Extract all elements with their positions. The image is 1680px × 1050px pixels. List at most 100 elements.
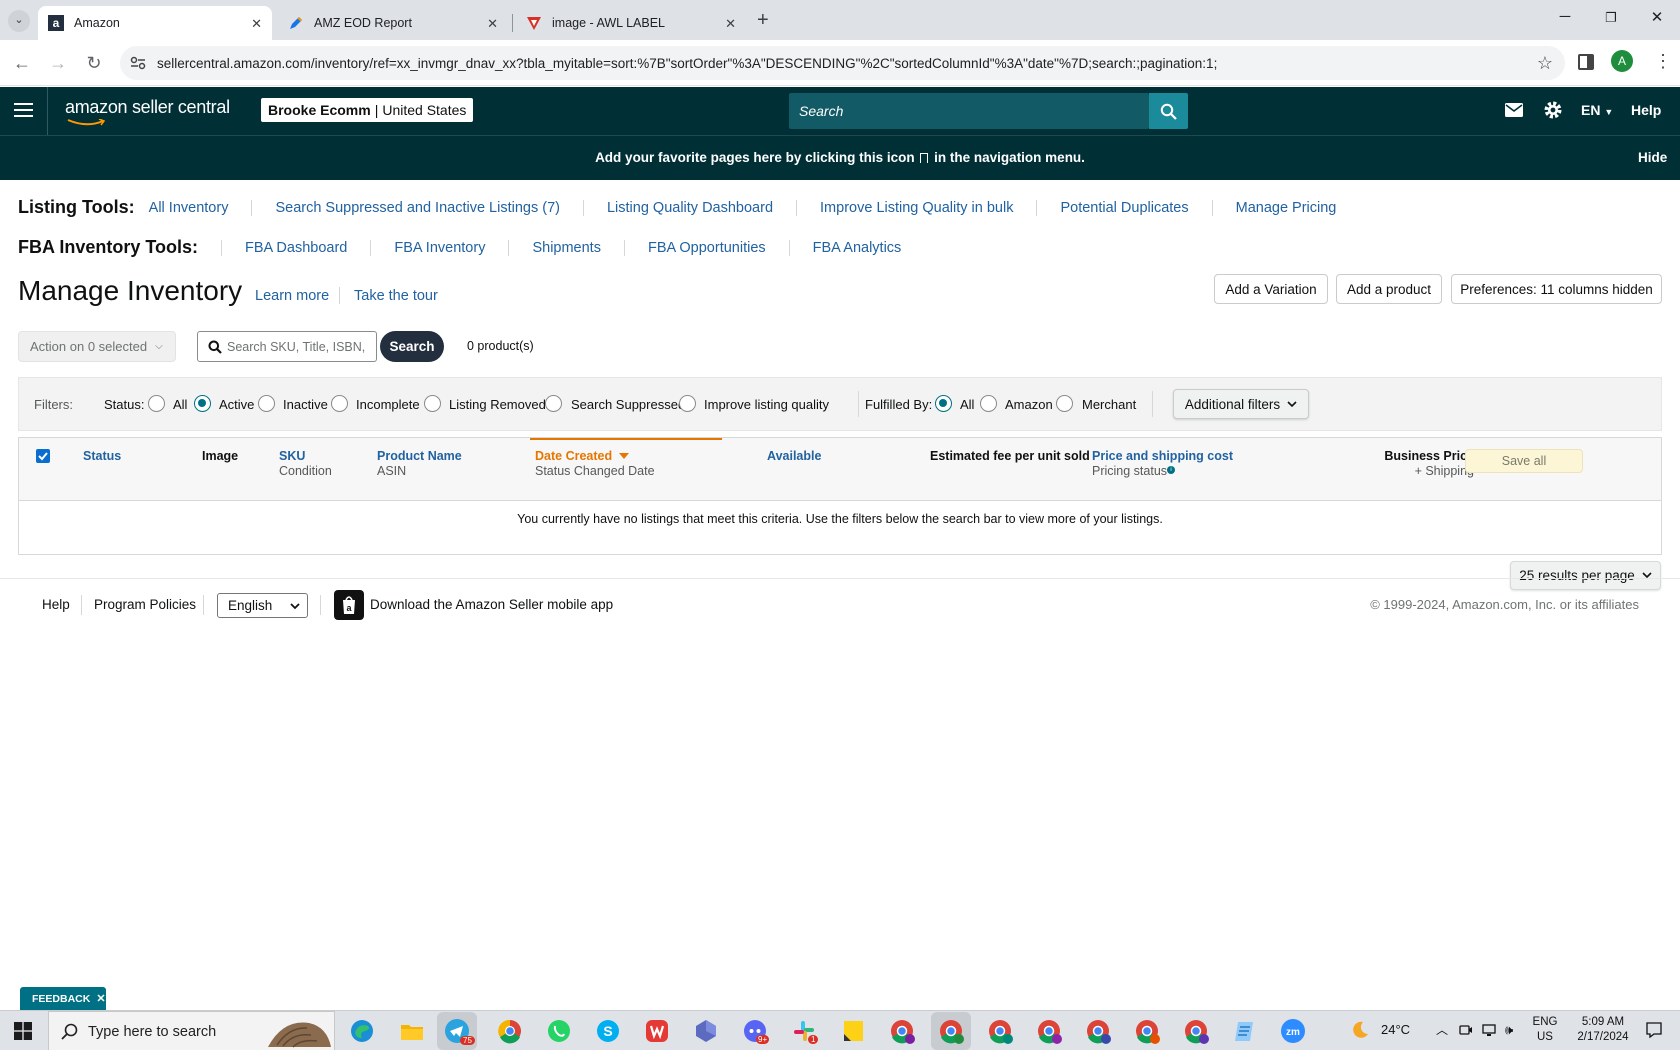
status-radio-improve-quality[interactable] <box>679 395 696 412</box>
column-price-shipping[interactable]: Price and shipping cost <box>1092 449 1233 463</box>
omnibox[interactable]: sellercentral.amazon.com/inventory/ref=x… <box>120 46 1565 80</box>
reload-icon[interactable]: ↻ <box>84 53 104 74</box>
moon-weather-icon[interactable] <box>1350 1020 1370 1040</box>
skype-app-icon[interactable]: S <box>594 1017 622 1045</box>
status-radio-inactive[interactable] <box>258 395 275 412</box>
input-language-indicator[interactable]: ENG US <box>1532 1015 1558 1045</box>
url-text[interactable]: sellercentral.amazon.com/inventory/ref=x… <box>157 56 1527 71</box>
tab-search-icon[interactable]: ⌄ <box>8 10 30 32</box>
chrome-profile-a-active-icon[interactable] <box>931 1012 971 1050</box>
header-help-link[interactable]: Help <box>1631 102 1661 118</box>
network-icon[interactable] <box>1482 1023 1498 1037</box>
sticky-notes-app-icon[interactable] <box>839 1017 867 1045</box>
fulfilled-radio-merchant[interactable] <box>1056 395 1073 412</box>
minimize-icon[interactable]: ─ <box>1550 8 1580 25</box>
footer-language-select[interactable]: English <box>217 593 308 618</box>
notepad-app-icon[interactable] <box>1231 1017 1259 1045</box>
link-improve-listing-quality[interactable]: Improve Listing Quality in bulk <box>796 199 1036 216</box>
link-fba-dashboard[interactable]: FBA Dashboard <box>221 239 370 256</box>
link-fba-opportunities[interactable]: FBA Opportunities <box>623 239 789 256</box>
new-tab-plus-icon[interactable]: + <box>757 9 769 32</box>
close-icon[interactable]: ✕ <box>96 992 105 1005</box>
slack-app-icon[interactable]: 1 <box>790 1017 819 1045</box>
browser-menu-icon[interactable]: ⋮ <box>1654 51 1672 72</box>
select-all-checkbox[interactable] <box>36 449 50 463</box>
chrome-profile-o-icon[interactable] <box>986 1017 1014 1045</box>
download-app-link[interactable]: Download the Amazon Seller mobile app <box>370 597 613 612</box>
discord-app-icon[interactable]: 9+ <box>741 1017 770 1045</box>
profile-avatar[interactable]: A <box>1611 50 1633 72</box>
search-button[interactable]: Search <box>380 331 444 362</box>
windows-start-icon[interactable] <box>14 1022 32 1040</box>
link-search-suppressed[interactable]: Search Suppressed and Inactive Listings … <box>251 199 583 216</box>
feedback-tab[interactable]: FEEDBACK ✕ <box>20 987 106 1010</box>
file-explorer-icon[interactable] <box>398 1017 426 1045</box>
taskbar-clock[interactable]: 5:09 AM 2/17/2024 <box>1568 1015 1638 1045</box>
chrome-profile-j3-icon[interactable] <box>1182 1017 1210 1045</box>
hide-banner-link[interactable]: Hide <box>1638 150 1667 165</box>
footer-help-link[interactable]: Help <box>42 597 70 612</box>
settings-gear-icon[interactable] <box>1543 100 1563 120</box>
meet-camera-icon[interactable] <box>1459 1023 1473 1037</box>
link-all-inventory[interactable]: All Inventory <box>149 200 252 216</box>
link-fba-inventory[interactable]: FBA Inventory <box>370 239 508 256</box>
status-radio-incomplete[interactable] <box>331 395 348 412</box>
status-radio-all[interactable] <box>148 395 165 412</box>
link-fba-analytics[interactable]: FBA Analytics <box>788 239 925 256</box>
header-search-input[interactable]: Search <box>789 93 1149 129</box>
volume-icon[interactable]: 🕪 <box>1505 1022 1513 1038</box>
status-radio-listing-removed[interactable] <box>424 395 441 412</box>
taskbar-search-box[interactable]: Type here to search <box>48 1011 335 1050</box>
chrome-profile-j-icon[interactable] <box>1084 1017 1112 1045</box>
hamburger-menu-icon[interactable] <box>14 102 33 118</box>
back-arrow-icon[interactable]: ← <box>12 53 32 74</box>
forward-arrow-icon[interactable]: → <box>48 53 68 74</box>
seller-central-logo[interactable]: amazon seller central <box>65 97 230 126</box>
link-manage-pricing[interactable]: Manage Pricing <box>1211 199 1360 216</box>
link-listing-quality-dashboard[interactable]: Listing Quality Dashboard <box>582 199 796 216</box>
chrome-profile-j2-icon[interactable] <box>1133 1017 1161 1045</box>
chrome-app-icon[interactable] <box>496 1017 524 1045</box>
save-all-button[interactable]: Save all <box>1465 449 1583 473</box>
whatsapp-app-icon[interactable] <box>545 1017 573 1045</box>
tab-amazon[interactable]: a Amazon ✕ <box>38 6 272 40</box>
status-radio-active[interactable] <box>194 395 211 412</box>
inventory-search-input[interactable]: Search SKU, Title, ISBN, <box>197 331 377 362</box>
hexagon-app-icon[interactable] <box>692 1017 720 1045</box>
take-tour-link[interactable]: Take the tour <box>354 288 438 304</box>
learn-more-link[interactable]: Learn more <box>255 288 329 304</box>
close-icon[interactable]: ✕ <box>251 16 262 32</box>
mail-icon[interactable] <box>1505 103 1523 117</box>
close-icon[interactable]: ✕ <box>487 16 498 32</box>
column-available[interactable]: Available <box>767 449 821 463</box>
chrome-profile-m-icon[interactable] <box>1035 1017 1063 1045</box>
chevron-up-icon[interactable]: ︿ <box>1436 1021 1448 1038</box>
close-icon[interactable]: ✕ <box>725 16 736 32</box>
zoom-app-icon[interactable]: zm <box>1279 1017 1307 1045</box>
status-radio-search-suppressed[interactable] <box>545 395 562 412</box>
notification-center-icon[interactable] <box>1645 1021 1663 1039</box>
fulfilled-radio-amazon[interactable] <box>980 395 997 412</box>
edge-app-icon[interactable] <box>348 1017 376 1045</box>
site-settings-icon[interactable] <box>130 56 146 70</box>
column-product-name[interactable]: Product Name <box>377 449 462 463</box>
side-panel-icon[interactable] <box>1578 54 1594 70</box>
window-close-icon[interactable]: ✕ <box>1642 8 1672 26</box>
add-product-button[interactable]: Add a product <box>1336 274 1442 304</box>
column-status[interactable]: Status <box>83 449 121 463</box>
program-policies-link[interactable]: Program Policies <box>94 597 196 612</box>
additional-filters-button[interactable]: Additional filters <box>1173 389 1309 419</box>
account-switcher[interactable]: Brooke Ecomm | United States <box>261 98 474 122</box>
tab-amz-eod-report[interactable]: AMZ EOD Report ✕ <box>278 6 508 40</box>
column-date-created[interactable]: Date Created <box>535 449 629 463</box>
chrome-profile-f-icon[interactable] <box>888 1017 916 1045</box>
info-icon[interactable]: i <box>1167 466 1176 474</box>
add-variation-button[interactable]: Add a Variation <box>1214 274 1328 304</box>
fulfilled-radio-all[interactable] <box>935 395 952 412</box>
tab-image-awl-label[interactable]: image - AWL LABEL ✕ <box>516 6 746 40</box>
bulk-action-dropdown[interactable]: Action on 0 selected ⌵ <box>18 331 176 362</box>
link-shipments[interactable]: Shipments <box>508 239 624 256</box>
telegram-app-icon[interactable]: 75 <box>437 1012 477 1050</box>
restore-icon[interactable]: ❐ <box>1596 10 1626 26</box>
preferences-button[interactable]: Preferences: 11 columns hidden <box>1451 274 1662 304</box>
